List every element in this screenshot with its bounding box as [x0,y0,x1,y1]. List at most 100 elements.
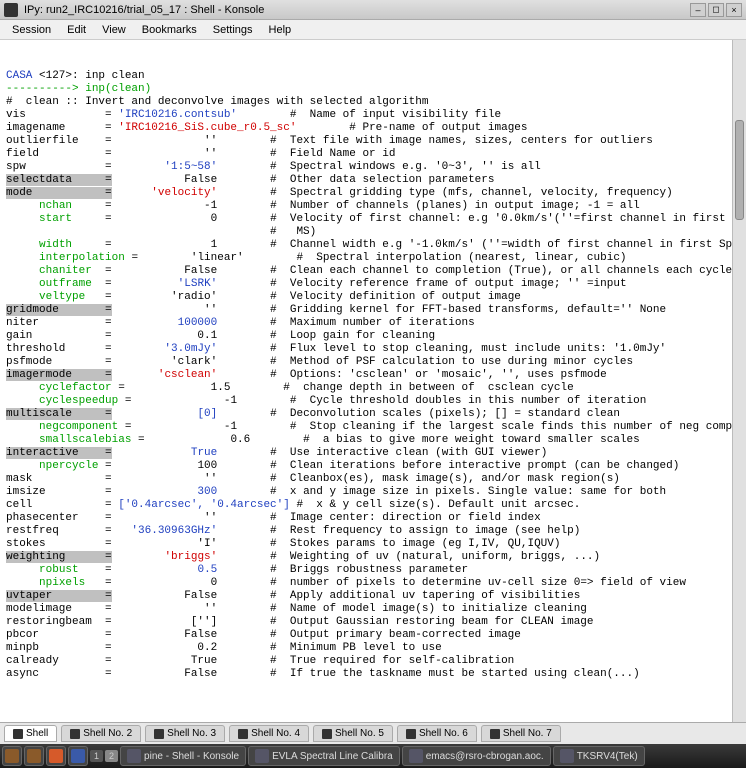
terminal-line: stokes = 'I' # Stokes params to image (e… [6,538,740,551]
terminal-line: multiscale = [0] # Deconvolution scales … [6,408,740,421]
terminal-line: robust = 0.5 # Briggs robustness paramet… [6,564,740,577]
terminal-icon [154,729,164,739]
tab-label: Shell No. 7 [503,728,552,739]
konsole-tab[interactable]: Shell No. 6 [397,725,477,742]
terminal-line: cyclefactor = 1.5 # change depth in betw… [6,382,740,395]
terminal-line: mode = 'velocity' # Spectral gridding ty… [6,187,740,200]
terminal-line: veltype = 'radio' # Velocity definition … [6,291,740,304]
konsole-tabbar: Shell Shell No. 2 Shell No. 3 Shell No. 4 Sh… [0,722,746,744]
menu-help[interactable]: Help [261,22,300,38]
terminal-line: pbcor = False # Output primary beam-corr… [6,629,740,642]
terminal-line: field = '' # Field Name or id [6,148,740,161]
konsole-tab[interactable]: Shell No. 3 [145,725,225,742]
app-icon [560,749,574,763]
terminal-line: selectdata = False # Other data selectio… [6,174,740,187]
terminal-line: CASA <127>: inp clean [6,70,740,83]
terminal-icon [322,729,332,739]
taskbar: 12 pine - Shell - Konsole EVLA Spectral Li… [0,744,746,768]
taskbar-item-label: pine - Shell - Konsole [144,751,239,762]
terminal-line: interpolation = 'linear' # Spectral inte… [6,252,740,265]
terminal-line: # clean :: Invert and deconvolve images … [6,96,740,109]
terminal-line: outlierfile = '' # Text file with image … [6,135,740,148]
terminal-line: cell = ['0.4arcsec', '0.4arcsec'] # x & … [6,499,740,512]
minimize-button[interactable]: – [690,3,706,17]
konsole-tab[interactable]: Shell No. 2 [61,725,141,742]
taskbar-item-label: emacs@rsro-cbrogan.aoc. [426,751,544,762]
taskbar-item[interactable]: EVLA Spectral Line Calibra [248,746,400,766]
thunderbird-icon[interactable] [68,746,88,766]
tab-label: Shell No. 2 [83,728,132,739]
menu-bookmarks[interactable]: Bookmarks [134,22,205,38]
scrollbar[interactable] [732,40,746,722]
terminal[interactable]: CASA <127>: inp clean----------> inp(cle… [0,40,746,722]
terminal-line: niter = 100000 # Maximum number of itera… [6,317,740,330]
konsole-tab[interactable]: Shell [4,725,57,742]
terminal-line: restfreq = '36.30963GHz' # Rest frequenc… [6,525,740,538]
terminal-line: start = 0 # Velocity of first channel: e… [6,213,740,226]
app-icon [4,3,18,17]
terminal-line: mask = '' # Cleanbox(es), mask image(s),… [6,473,740,486]
taskbar-item[interactable]: TKSRV4(Tek) [553,746,645,766]
firefox-icon[interactable] [46,746,66,766]
app-icon [409,749,423,763]
terminal-icon [13,729,23,739]
system-icon[interactable] [24,746,44,766]
close-button[interactable]: × [726,3,742,17]
taskbar-item[interactable]: emacs@rsro-cbrogan.aoc. [402,746,551,766]
terminal-line: modelimage = '' # Name of model image(s)… [6,603,740,616]
desktop-switcher[interactable]: 1 [90,750,103,762]
desktop-switcher[interactable]: 2 [105,750,118,762]
terminal-line: psfmode = 'clark' # Method of PSF calcul… [6,356,740,369]
terminal-line: vis = 'IRC10216.contsub' # Name of input… [6,109,740,122]
terminal-line: interactive = True # Use interactive cle… [6,447,740,460]
konsole-tab[interactable]: Shell No. 7 [481,725,561,742]
terminal-line: # MS) [6,226,740,239]
window-title: IPy: run2_IRC10216/trial_05_17 : Shell -… [24,4,690,16]
terminal-line: cyclespeedup = -1 # Cycle threshold doub… [6,395,740,408]
taskbar-item-label: EVLA Spectral Line Calibra [272,751,393,762]
terminal-line: npercycle = 100 # Clean iterations befor… [6,460,740,473]
app-icon [127,749,141,763]
terminal-line: minpb = 0.2 # Minimum PB level to use [6,642,740,655]
window-controls: – ◻ × [690,3,742,17]
menubar: SessionEditViewBookmarksSettingsHelp [0,20,746,40]
terminal-line: spw = '1:5~58' # Spectral windows e.g. '… [6,161,740,174]
maximize-button[interactable]: ◻ [708,3,724,17]
terminal-line: imsize = 300 # x and y image size in pix… [6,486,740,499]
terminal-line: negcomponent = -1 # Stop cleaning if the… [6,421,740,434]
terminal-line: uvtaper = False # Apply additional uv ta… [6,590,740,603]
scrollbar-thumb[interactable] [735,120,744,220]
tab-label: Shell No. 5 [335,728,384,739]
menu-session[interactable]: Session [4,22,59,38]
terminal-line: async = False # If true the taskname mus… [6,668,740,681]
terminal-line: chaniter = False # Clean each channel to… [6,265,740,278]
terminal-line: width = 1 # Channel width e.g '-1.0km/s'… [6,239,740,252]
taskbar-item-label: TKSRV4(Tek) [577,751,638,762]
terminal-line: threshold = '3.0mJy' # Flux level to sto… [6,343,740,356]
terminal-line: phasecenter = '' # Image center: directi… [6,512,740,525]
konsole-tab[interactable]: Shell No. 5 [313,725,393,742]
terminal-line: calready = True # True required for self… [6,655,740,668]
terminal-line: smallscalebias = 0.6 # a bias to give mo… [6,434,740,447]
terminal-line: weighting = 'briggs' # Weighting of uv (… [6,551,740,564]
tab-label: Shell No. 3 [167,728,216,739]
konsole-tab[interactable]: Shell No. 4 [229,725,309,742]
terminal-line: gain = 0.1 # Loop gain for cleaning [6,330,740,343]
menu-view[interactable]: View [94,22,134,38]
app-icon [255,749,269,763]
terminal-icon [70,729,80,739]
menu-icon[interactable] [2,746,22,766]
terminal-line: ----------> inp(clean) [6,83,740,96]
tab-label: Shell No. 4 [251,728,300,739]
menu-settings[interactable]: Settings [205,22,261,38]
terminal-line: gridmode = '' # Gridding kernel for FFT-… [6,304,740,317]
terminal-line: nchan = -1 # Number of channels (planes)… [6,200,740,213]
terminal-icon [238,729,248,739]
titlebar: IPy: run2_IRC10216/trial_05_17 : Shell -… [0,0,746,20]
tab-label: Shell [26,728,48,739]
terminal-icon [490,729,500,739]
taskbar-item[interactable]: pine - Shell - Konsole [120,746,246,766]
menu-edit[interactable]: Edit [59,22,94,38]
terminal-line: npixels = 0 # number of pixels to determ… [6,577,740,590]
terminal-line: restoringbeam = [''] # Output Gaussian r… [6,616,740,629]
